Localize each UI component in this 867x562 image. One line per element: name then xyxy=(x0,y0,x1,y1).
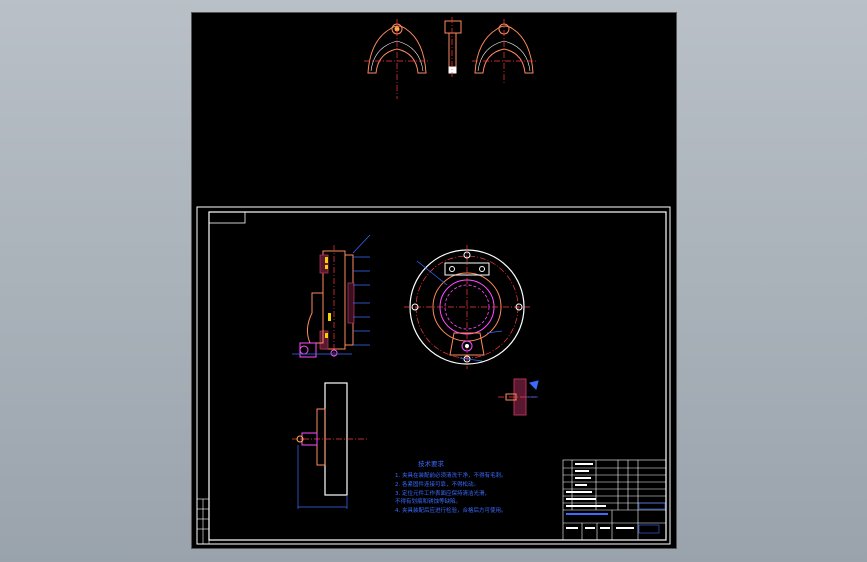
tech-note-line: 3. 定位元件工作表面应保持清洁光滑， xyxy=(395,489,490,497)
plan-view xyxy=(404,245,530,369)
elevation-view xyxy=(292,382,367,509)
section-view xyxy=(292,234,371,358)
tech-note-line: 1. 夹具在装配前必须清洗干净，不得有毛刺。 xyxy=(395,471,507,479)
tech-note-line: 2. 各紧固件连接可靠，不得松动。 xyxy=(395,480,479,488)
tech-notes-title: 技术要求 xyxy=(418,459,445,468)
side-strip xyxy=(196,498,210,545)
tech-note-line: 不得有划痕和锈蚀等缺陷。 xyxy=(395,497,461,505)
tech-notes: 技术要求 1. 夹具在装配前必须清洗干净，不得有毛刺。 2. 各紧固件连接可靠，… xyxy=(395,459,507,514)
drawing-canvas: 技术要求 1. 夹具在装配前必须清洗干净，不得有毛刺。 2. 各紧固件连接可靠，… xyxy=(196,17,671,545)
cad-viewport[interactable]: 技术要求 1. 夹具在装配前必须清洗干净，不得有毛刺。 2. 各紧固件连接可靠，… xyxy=(192,13,676,548)
tech-note-line: 4. 夹具装配后应进行检验，合格后方可使用。 xyxy=(395,506,507,514)
part-view-front xyxy=(364,17,536,99)
detail-view xyxy=(498,378,539,416)
